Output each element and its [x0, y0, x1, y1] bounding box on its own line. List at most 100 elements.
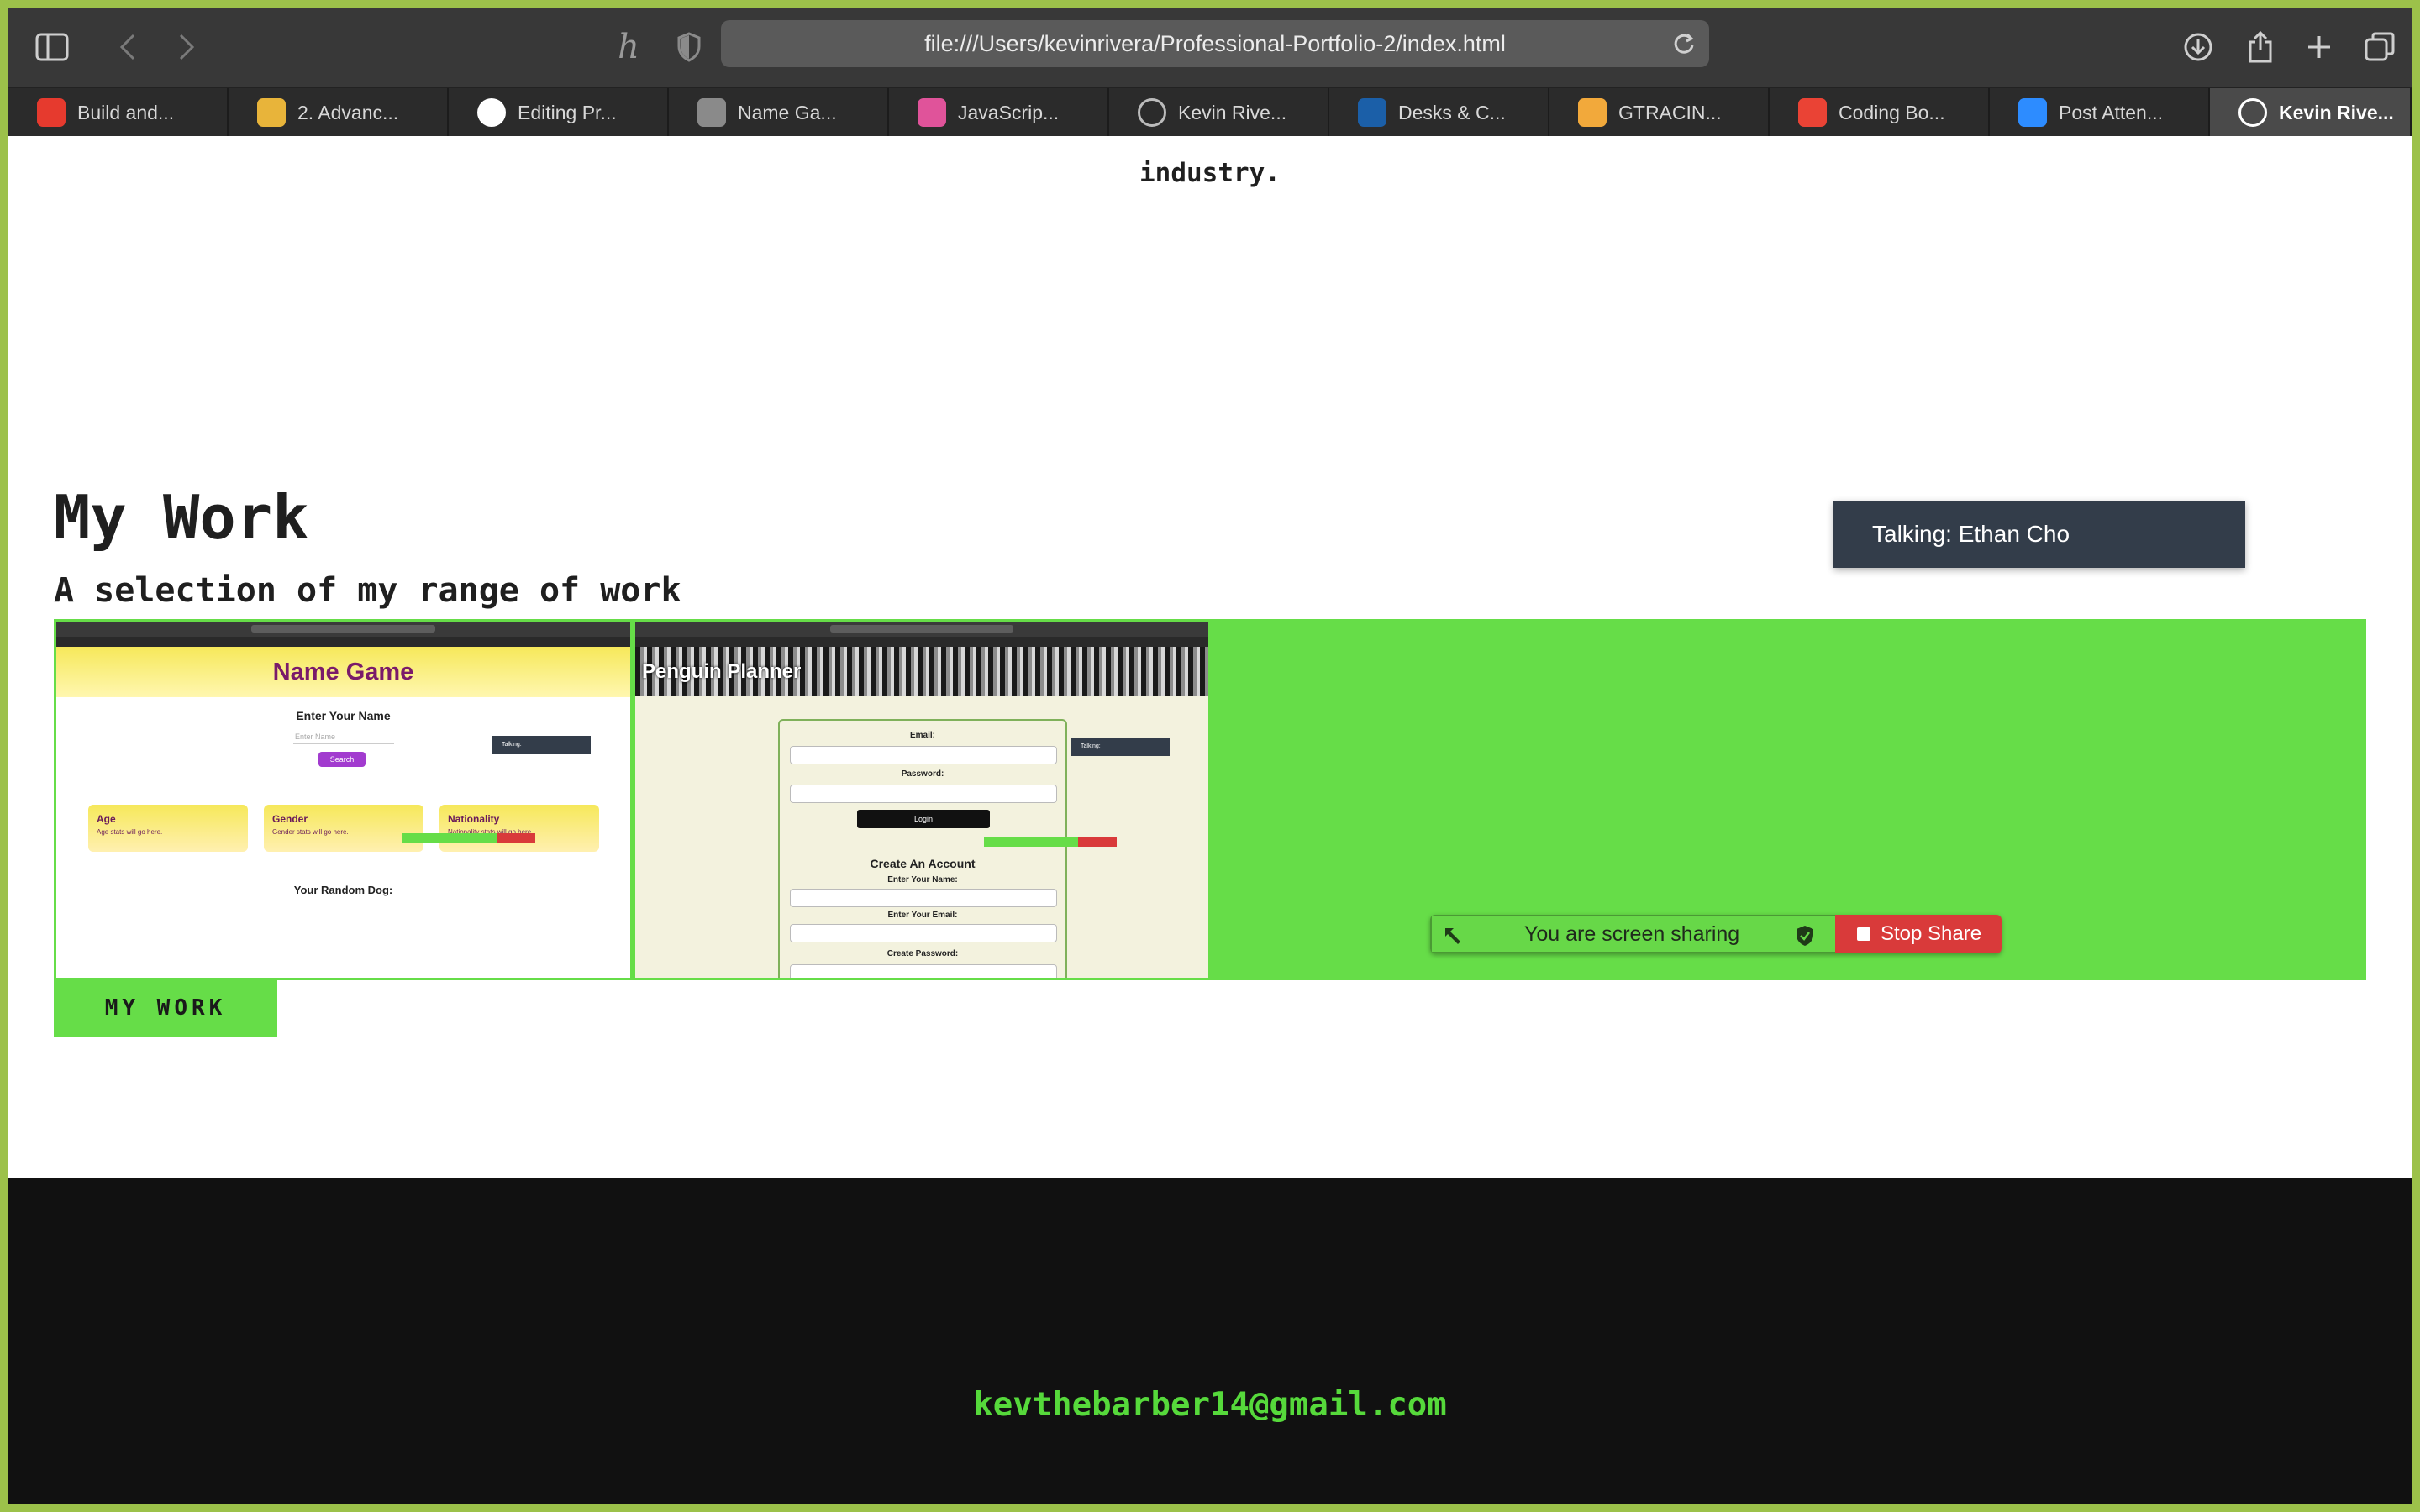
browser-tab-label: 2. Advanc... — [297, 101, 399, 123]
card-title: Gender — [272, 813, 308, 825]
coding-course-icon — [257, 98, 286, 127]
browser-tab[interactable]: Kevin Rive... — [2210, 88, 2412, 137]
browser-tab[interactable]: JavaScrip... — [889, 88, 1109, 137]
name-game-card-age: Age Age stats will go here. — [88, 805, 248, 852]
stop-share-button[interactable]: Stop Share — [1835, 915, 2002, 953]
zoom-icon — [2018, 98, 2047, 127]
card-title: Nationality — [448, 813, 500, 825]
name-game-mini-share-bar — [402, 833, 535, 843]
compass-icon — [2238, 98, 2267, 127]
browser-window: h file:///Users/kevinrivera/Professional… — [8, 8, 2412, 1504]
card-text: Age stats will go here. — [97, 828, 163, 836]
address-bar[interactable]: file:///Users/kevinrivera/Professional-P… — [721, 20, 1709, 67]
pp-create-password-label: Create Password: — [886, 949, 959, 958]
pp-email-input — [790, 746, 1057, 764]
browser-toolbar: h file:///Users/kevinrivera/Professional… — [8, 8, 2412, 87]
my-work-button[interactable]: MY WORK — [54, 980, 277, 1037]
my-work-heading: My Work — [54, 482, 309, 553]
pp-create-heading: Create An Account — [870, 857, 976, 870]
name-game-card-gender: Gender Gender stats will go here. — [264, 805, 424, 852]
new-tab-icon[interactable] — [2299, 27, 2339, 67]
browser-tab-label: Post Atten... — [2059, 101, 2164, 123]
stop-share-label: Stop Share — [1881, 922, 1982, 945]
drag-handle-icon[interactable] — [1442, 925, 1464, 951]
penguin-planner-title: Penguin Planner — [642, 660, 802, 683]
thumbnail-browser-chrome — [56, 622, 630, 647]
my-work-subheading: A selection of my range of work — [54, 571, 681, 610]
name-game-title: Name Game — [56, 647, 630, 697]
browser-tab[interactable]: Coding Bo... — [1770, 88, 1990, 137]
browser-tab-label: GTRACIN... — [1618, 101, 1722, 123]
browser-tab-label: Coding Bo... — [1839, 101, 1945, 123]
compass-icon — [1138, 98, 1166, 127]
project-thumbnail-penguin-planner[interactable]: Penguin Planner Talking: Email: Password… — [635, 622, 1208, 978]
browser-tab-label: Editing Pr... — [518, 101, 617, 123]
letter-c-icon — [697, 98, 726, 127]
pp-name-input — [790, 889, 1057, 907]
sidebar-toggle-icon[interactable] — [32, 27, 72, 67]
contact-email[interactable]: kevthebarber14@gmail.com — [8, 1386, 2412, 1424]
address-bar-url: file:///Users/kevinrivera/Professional-P… — [924, 31, 1506, 56]
play-icon — [918, 98, 946, 127]
screen-share-bar: You are screen sharing Stop Share — [1430, 915, 2002, 953]
privacy-shield-icon[interactable] — [669, 27, 709, 67]
name-game-search-button: Search — [318, 752, 366, 767]
talking-indicator: Talking: Ethan Cho — [1833, 501, 2245, 568]
ikea-icon — [1358, 98, 1386, 127]
footer: kevthebarber14@gmail.com JS — [8, 1178, 2412, 1504]
pp-create-password-input — [790, 964, 1057, 978]
pp-email-label: Email: — [909, 731, 935, 740]
browser-tab[interactable]: Post Atten... — [1990, 88, 2210, 137]
work-gallery: Name Game Enter Your Name Enter Name Sea… — [54, 619, 2366, 980]
browser-tab[interactable]: Editing Pr... — [449, 88, 669, 137]
browser-tab-label: Kevin Rive... — [1178, 101, 1287, 123]
downloads-icon[interactable] — [2178, 27, 2218, 67]
penguin-login-form: Email: Password: Login Create An Account… — [778, 719, 1067, 978]
reload-icon[interactable] — [1670, 30, 1697, 57]
name-game-input: Enter Name — [293, 729, 394, 744]
pp-name-label: Enter Your Name: — [887, 875, 958, 885]
github-icon — [477, 98, 506, 127]
name-game-card-nationality: Nationality Nationality stats will go he… — [439, 805, 599, 852]
browser-tab[interactable]: Name Ga... — [669, 88, 889, 137]
honey-extension-icon[interactable]: h — [608, 27, 649, 67]
project-thumbnail-name-game[interactable]: Name Game Enter Your Name Enter Name Sea… — [56, 622, 630, 978]
card-title: Age — [97, 813, 116, 825]
pp-password-label: Password: — [901, 769, 944, 779]
about-text-end: industry. — [1139, 158, 1281, 188]
share-icon[interactable] — [2240, 27, 2281, 67]
browser-tab[interactable]: Kevin Rive... — [1109, 88, 1329, 137]
browser-tab[interactable]: Desks & C... — [1329, 88, 1549, 137]
penguin-talking-popup: Talking: — [1071, 738, 1170, 756]
back-icon[interactable] — [108, 27, 148, 67]
forward-icon[interactable] — [166, 27, 207, 67]
browser-tab-label: JavaScrip... — [958, 101, 1060, 123]
screen-share-text: You are screen sharing — [1524, 921, 1740, 946]
name-game-talking-popup: Talking: — [492, 736, 591, 754]
pp-login-button: Login — [857, 810, 990, 828]
youtube-icon — [37, 98, 66, 127]
card-text: Gender stats will go here. — [272, 828, 349, 836]
tab-overview-icon[interactable] — [2360, 27, 2400, 67]
browser-tab-label: Desks & C... — [1398, 101, 1506, 123]
spark-icon — [1578, 98, 1607, 127]
tab-strip: Build and... 2. Advanc... Editing Pr... Nam… — [8, 87, 2412, 137]
stop-icon — [1857, 927, 1870, 941]
portfolio-page: industry. My Work A selection of my rang… — [8, 136, 2412, 1504]
penguin-mini-share-bar — [984, 837, 1117, 847]
gmail-icon — [1798, 98, 1827, 127]
browser-tab[interactable]: 2. Advanc... — [229, 88, 449, 137]
browser-tab-label: Name Ga... — [738, 101, 837, 123]
pp-password-input — [790, 785, 1057, 803]
browser-tab[interactable]: Build and... — [8, 88, 229, 137]
thumbnail-browser-chrome — [635, 622, 1208, 647]
pp-email2-label: Enter Your Email: — [887, 911, 958, 920]
browser-tab-label: Kevin Rive... — [2279, 101, 2394, 123]
name-game-dog-label: Your Random Dog: — [293, 884, 393, 896]
name-game-enter-label: Enter Your Name — [296, 709, 391, 722]
screen-share-status[interactable]: You are screen sharing — [1430, 915, 1835, 953]
browser-tab[interactable]: GTRACIN... — [1549, 88, 1770, 137]
pp-email2-input — [790, 924, 1057, 942]
browser-tab-label: Build and... — [77, 101, 175, 123]
security-shield-icon — [1795, 925, 1815, 951]
